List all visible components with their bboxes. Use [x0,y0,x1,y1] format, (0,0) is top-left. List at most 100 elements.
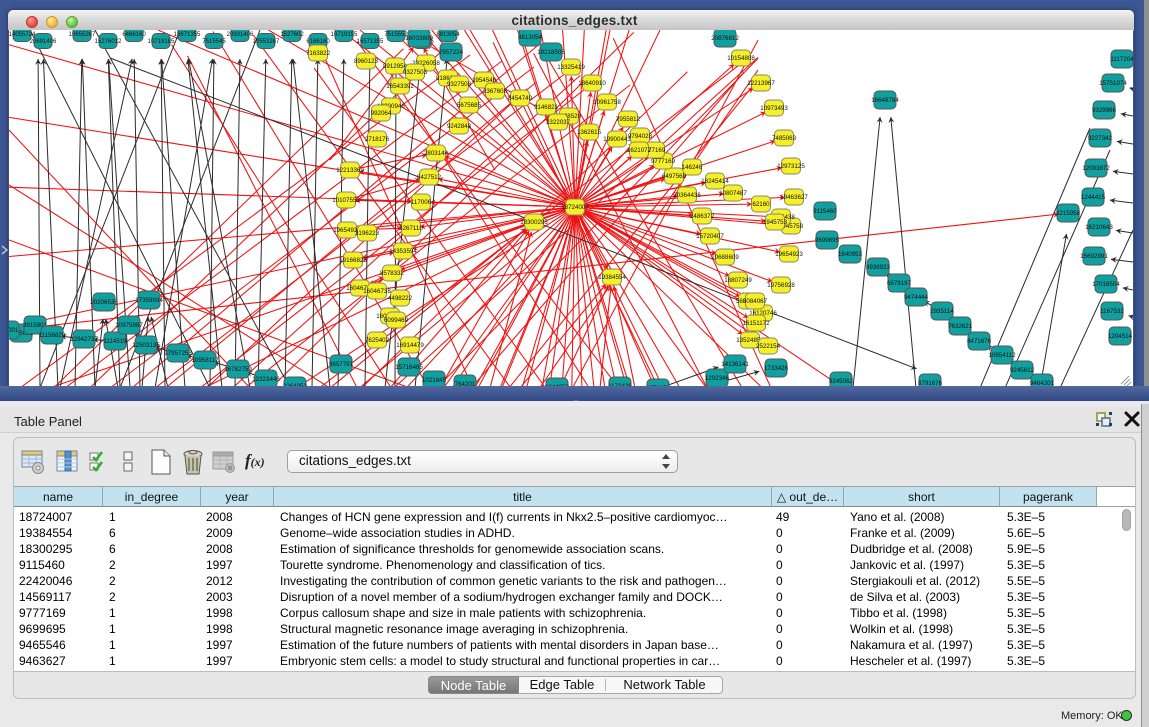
svg-text:20876812: 20876812 [711,35,739,42]
svg-text:15692991: 15692991 [1080,253,1108,260]
svg-text:16782759: 16782759 [224,366,252,373]
svg-text:10655267: 10655267 [69,32,96,38]
svg-text:19218506: 19218506 [537,49,565,56]
svg-text:8454749: 8454749 [508,95,533,102]
svg-text:16914479: 16914479 [396,342,424,349]
svg-text:10553267: 10553267 [253,39,280,45]
svg-text:7632621: 7632621 [948,323,973,330]
svg-text:15751074: 15751074 [1099,80,1127,87]
svg-text:7625402: 7625402 [365,337,390,344]
svg-text:146246: 146246 [682,164,703,171]
svg-text:8471676: 8471676 [967,338,992,345]
svg-text:9115460: 9115460 [813,208,837,215]
svg-text:2935114: 2935114 [930,308,954,315]
svg-text:2486372: 2486372 [690,213,715,220]
svg-text:15720407: 15720407 [696,233,724,240]
svg-text:12942737: 12942737 [70,336,98,343]
svg-text:18724007: 18724007 [561,204,589,211]
svg-text:12213967: 12213967 [747,80,775,87]
svg-text:9227342: 9227342 [1088,135,1113,142]
svg-text:1733426: 1733426 [764,365,789,372]
svg-text:9327503: 9327503 [403,69,428,76]
svg-text:10975887: 10975887 [115,322,143,329]
svg-text:10973493: 10973493 [760,105,788,112]
svg-text:9084067: 9084067 [743,298,768,305]
svg-text:20691406: 20691406 [30,39,57,45]
svg-text:7955812: 7955812 [616,116,641,123]
svg-text:6466160: 6466160 [122,32,146,38]
svg-text:18807249: 18807249 [724,277,752,284]
svg-text:19166825: 19166825 [339,257,367,264]
svg-text:2367608: 2367608 [483,88,508,95]
svg-text:1244415: 1244415 [1081,194,1106,201]
svg-text:9242848: 9242848 [447,123,472,130]
svg-text:3196223: 3196223 [355,230,380,237]
svg-text:16543392: 16543392 [386,83,414,90]
svg-text:20364436: 20364436 [673,192,701,199]
svg-text:5675685: 5675685 [457,102,482,109]
svg-text:1021845: 1021845 [422,377,447,384]
svg-text:8813054: 8813054 [518,34,543,41]
svg-text:9329966: 9329966 [1092,107,1117,114]
svg-text:16151172: 16151172 [742,320,770,327]
svg-text:7485063: 7485063 [772,135,797,142]
svg-text:13325419: 13325419 [557,64,585,71]
svg-text:1362615: 1362615 [577,129,602,136]
svg-text:20931406: 20931406 [227,32,254,38]
svg-text:3215958: 3215958 [1056,210,1081,217]
svg-text:16046738: 16046738 [363,288,391,295]
svg-text:14353594: 14353594 [389,248,417,255]
svg-text:12093872: 12093872 [1082,165,1110,172]
svg-text:1167532: 1167532 [1100,308,1124,315]
svg-text:11156829: 11156829 [39,332,66,339]
svg-text:14055724: 14055724 [9,32,36,38]
svg-text:6166160: 6166160 [306,39,330,45]
svg-text:9146821: 9146821 [534,104,559,111]
svg-text:1292346: 1292346 [705,375,730,382]
svg-text:14136141: 14136141 [721,361,749,368]
svg-text:1527602: 1527602 [280,32,304,38]
svg-text:16210643: 16210643 [1085,224,1113,231]
svg-text:9474444: 9474444 [904,294,929,301]
svg-text:19654923: 19654923 [775,251,803,258]
svg-text:20206536: 20206536 [90,299,118,306]
svg-text:17957253: 17957253 [164,350,192,357]
svg-text:16671355: 16671355 [174,32,201,38]
svg-text:7163822: 7163822 [306,50,331,57]
svg-text:2803144: 2803144 [424,150,449,157]
svg-text:10154808: 10154808 [727,55,755,62]
svg-text:6099469: 6099469 [384,317,409,324]
svg-text:10719155: 10719155 [331,32,358,38]
svg-text:9245062: 9245062 [829,378,854,385]
svg-text:6879197: 6879197 [887,280,912,287]
svg-text:1322037: 1322037 [546,119,571,126]
svg-text:117006: 117006 [411,199,432,206]
svg-text:15716485: 15716485 [395,364,423,371]
svg-text:7515545: 7515545 [202,39,226,45]
svg-text:10654112: 10654112 [988,352,1016,359]
svg-text:8960123: 8960123 [354,58,379,65]
svg-text:18245414: 18245414 [701,178,729,185]
svg-text:2522154: 2522154 [756,343,781,350]
svg-text:8813054: 8813054 [436,32,460,38]
svg-text:18640910: 18640910 [578,80,606,87]
svg-text:7857224: 7857224 [439,49,464,56]
svg-text:1117204: 1117204 [1110,56,1133,63]
svg-text:9777169: 9777169 [651,158,676,165]
svg-text:16648784: 16648784 [871,97,899,104]
svg-text:62160: 62160 [752,201,770,208]
svg-text:15276012: 15276012 [95,39,122,45]
svg-text:12323446: 12323446 [252,376,280,383]
svg-text:10958117: 10958117 [191,357,219,364]
svg-text:1640953: 1640953 [838,251,863,258]
svg-text:12973125: 12973125 [777,163,805,170]
svg-text:3267110: 3267110 [399,225,423,232]
svg-text:992064: 992064 [371,110,392,117]
svg-text:1114519: 1114519 [103,338,127,345]
svg-text:4498222: 4498222 [388,295,413,302]
svg-text:10961758: 10961758 [593,99,621,106]
svg-text:2718176: 2718176 [365,136,390,143]
svg-text:9857791: 9857791 [329,361,354,368]
svg-text:8578332: 8578332 [380,270,405,277]
svg-text:19463627: 19463627 [780,194,808,201]
